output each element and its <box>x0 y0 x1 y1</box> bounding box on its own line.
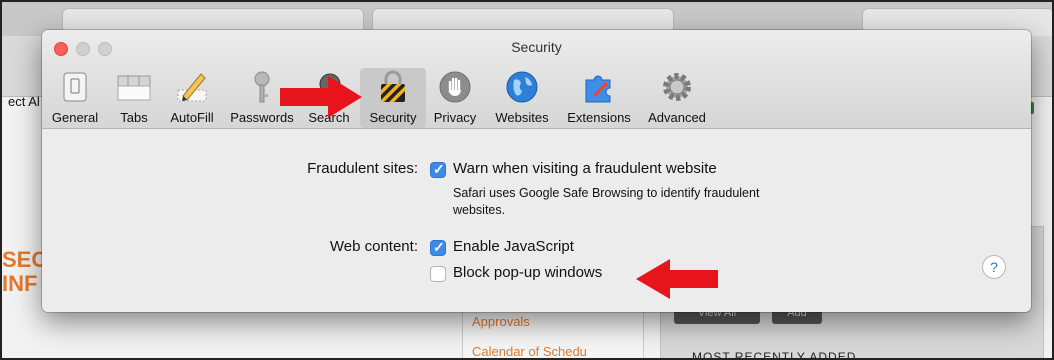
screenshot-border <box>0 0 1054 360</box>
